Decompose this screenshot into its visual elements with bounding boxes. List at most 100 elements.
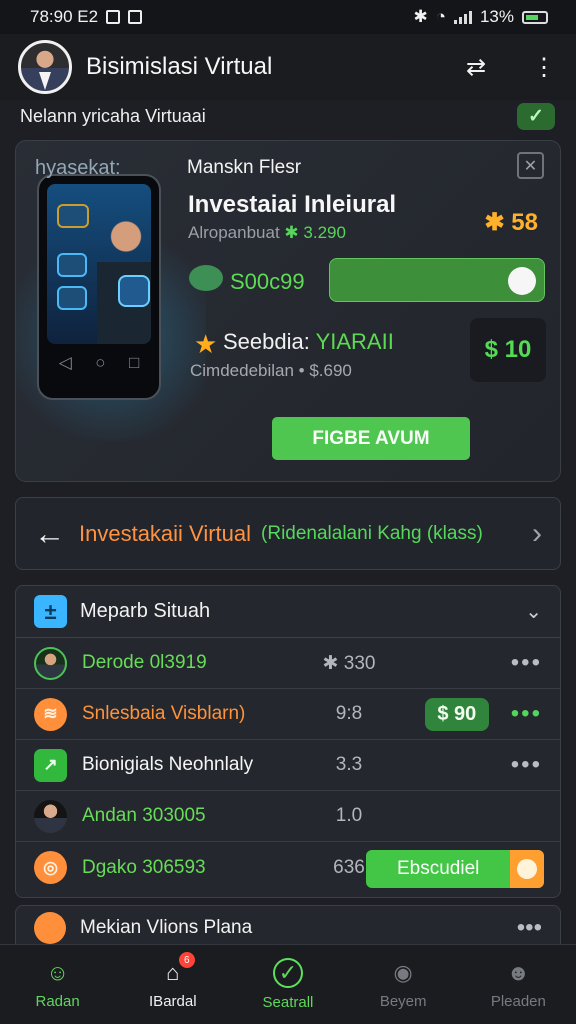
user-avatar-icon: [34, 646, 67, 680]
profile-nav-icon: ☺: [46, 960, 69, 985]
battery-icon: [522, 10, 548, 24]
list-row[interactable]: ◎ Dgako 306593 636 Ebscudiel: [16, 842, 560, 893]
row-menu-icon[interactable]: •••: [511, 649, 542, 677]
more-icon[interactable]: ⋮: [530, 53, 558, 81]
status-left: 78:90 E2: [30, 7, 143, 27]
breadcrumb-title: Investakaii Virtual: [79, 520, 252, 546]
teaser-menu-icon[interactable]: •••: [517, 914, 542, 942]
nav-item-seatrall[interactable]: ✓ Seatrall: [243, 958, 333, 1011]
primary-cta-button[interactable]: FIGBE AVUM: [272, 417, 470, 460]
list-row[interactable]: ↗ Bionigials Neohnlaly 3.3 •••: [16, 740, 560, 791]
subheader: Nelann yricaha Virtuaai ✓: [20, 103, 555, 130]
nav-item-beyem[interactable]: ◉ Beyem: [358, 959, 448, 1010]
promo-value: S00c99: [230, 269, 305, 294]
breadcrumb-subtitle: (Ridenalalani Kahg (klass): [261, 522, 483, 544]
list-row[interactable]: ≋ Snlesbaia Visblarn) 9:8 $ 90 •••: [16, 689, 560, 740]
signal-icon: [453, 10, 472, 24]
promo-line-value: YIARAII: [315, 329, 394, 354]
user-nav-icon: ☻: [506, 960, 530, 985]
breadcrumb-card[interactable]: ← Investakaii Virtual (Ridenalalani Kahg…: [15, 497, 561, 570]
promo-small-prefix: Alropanbuat: [188, 223, 280, 242]
list-row[interactable]: Derode 0l3919 ✱ 330 •••: [16, 638, 560, 689]
recent-icon: □: [128, 352, 140, 372]
nav-label: Beyem: [379, 993, 427, 1010]
status-right: ✱ ◔ 13%: [413, 7, 548, 27]
status-bar: 78:90 E2 ✱ ◔ 13%: [0, 0, 576, 34]
star-icon: ★: [194, 329, 218, 359]
nav-label: IBardal: [149, 993, 197, 1010]
message-icon: [128, 10, 143, 24]
user-avatar-icon: [34, 799, 67, 833]
row-menu-icon[interactable]: •••: [511, 751, 542, 779]
phone-nav: ◁ ○ □: [47, 344, 151, 381]
nav-item-pleaden[interactable]: ☻ Pleaden: [473, 959, 563, 1010]
promo-line-label: Seebdia:: [223, 329, 310, 354]
teaser-title: Mekian Vlions Plana: [80, 916, 253, 938]
support-nav-icon: ◉: [393, 960, 413, 985]
row-price-chip[interactable]: $ 90: [424, 697, 489, 731]
home-icon: ○: [95, 352, 106, 372]
notification-badge: 6: [178, 952, 195, 968]
row-label: Dgako 306593: [82, 856, 206, 878]
bottom-nav: ☺ Radan ⌂ 6 IBardal ✓ Seatrall ◉ Beyem ☻…: [0, 944, 576, 1024]
menu-badge-icon: ±: [34, 595, 67, 628]
investment-toggle[interactable]: [329, 258, 545, 302]
promo-brand-tag: Manskn Flesr: [187, 157, 302, 178]
row-value: 3.3: [335, 754, 363, 775]
subheader-text: Nelann yricaha Virtuaai: [20, 106, 206, 126]
bluetooth-icon: ✱: [413, 7, 428, 26]
shield-icon: [118, 275, 150, 307]
promo-card: ◁ ○ □ hyasekat: Manskn Flesr ✕ Investaia…: [15, 140, 561, 482]
coin-icon: ◎: [34, 851, 67, 884]
phone-illustration: ◁ ○ □: [37, 174, 161, 400]
row-value: 1.0: [335, 805, 363, 826]
back-icon: ◁: [58, 352, 72, 372]
app-tile-icon: [57, 286, 87, 310]
notification-icon: [106, 10, 121, 24]
nav-label: Pleaden: [490, 993, 546, 1010]
check-nav-icon: ✓: [272, 958, 303, 988]
toggle-knob-icon[interactable]: [510, 850, 544, 888]
ticket-icon: ≋: [34, 697, 67, 731]
promo-heading: Investaiai Inleiural: [188, 191, 397, 218]
sync-icon[interactable]: ⇄: [462, 53, 490, 81]
promo-caption: Cimdedebilan • $.690: [190, 361, 352, 380]
status-time: 78:90 E2: [30, 7, 99, 26]
promo-brand: hyasekat:: [35, 157, 121, 179]
row-action-toggle[interactable]: Ebscudiel: [366, 850, 544, 888]
close-icon[interactable]: ✕: [517, 152, 544, 179]
row-menu-icon[interactable]: •••: [511, 700, 542, 728]
promo-price[interactable]: $ 10: [470, 318, 546, 382]
promo-small-value: ✱ 3.290: [284, 223, 346, 242]
check-icon[interactable]: ✓: [517, 103, 555, 130]
list-row[interactable]: Andan 303005 1.0: [16, 791, 560, 842]
app-tile-icon: [57, 204, 89, 228]
row-value: 9:8: [335, 703, 363, 724]
list-title: Meparb Situah: [80, 600, 211, 622]
phone-screen: [47, 184, 151, 344]
promo-stat: ✱ 58: [484, 209, 538, 236]
row-action-label: Ebscudiel: [397, 858, 480, 879]
profile-avatar[interactable]: [18, 40, 72, 94]
row-value: ✱ 330: [322, 652, 376, 674]
promo-small: Alropanbuat ✱ 3.290: [188, 223, 346, 243]
home-nav-icon: ⌂ 6: [158, 952, 195, 987]
trend-up-icon: ↗: [34, 748, 67, 782]
back-arrow-icon[interactable]: ←: [34, 516, 65, 552]
money-icon: [189, 265, 223, 291]
nav-item-bardal[interactable]: ⌂ 6 IBardal: [128, 952, 218, 1010]
battery-percent: 13%: [479, 7, 514, 26]
app-tile-icon: [57, 253, 87, 277]
row-label: Andan 303005: [82, 805, 206, 826]
toggle-knob[interactable]: [508, 267, 536, 295]
nav-item-radan[interactable]: ☺ Radan: [13, 959, 103, 1010]
chevron-right-icon[interactable]: ›: [532, 517, 542, 551]
header-actions: ⇄ ⋮: [462, 53, 558, 81]
nav-label: Seatrall: [262, 994, 314, 1011]
nav-label: Radan: [35, 993, 80, 1010]
list-header[interactable]: ± Meparb Situah ⌄: [16, 586, 560, 638]
chevron-down-icon[interactable]: ⌄: [525, 599, 542, 624]
row-label: Derode 0l3919: [82, 652, 207, 673]
row-label: Bionigials Neohnlaly: [82, 754, 254, 775]
row-label: Snlesbaia Visblarn): [82, 703, 246, 724]
